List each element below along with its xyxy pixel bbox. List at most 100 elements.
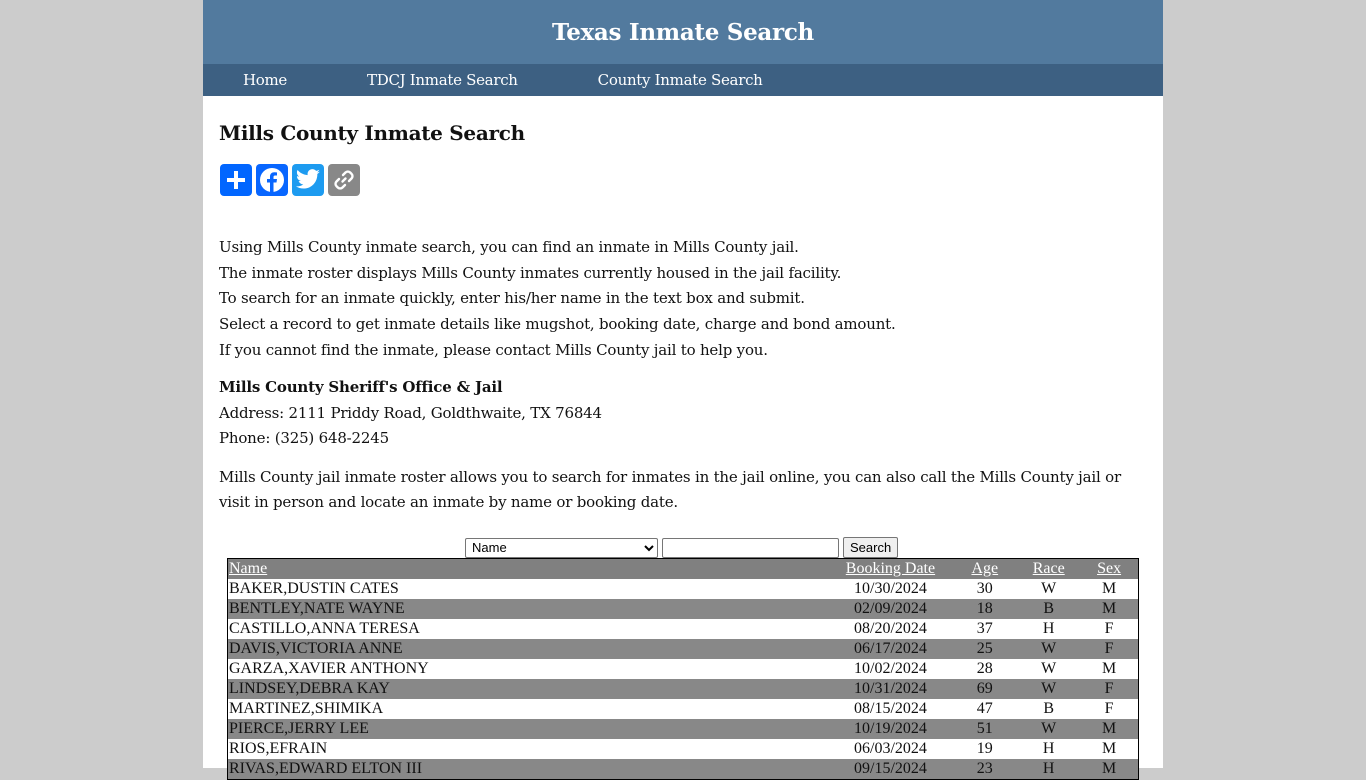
cell-sex: M [1080,739,1139,759]
twitter-icon [295,169,320,189]
cell-sex: F [1080,619,1139,639]
search-field-select[interactable]: Name [465,537,658,558]
intro-line: Select a record to get inmate details li… [219,315,896,334]
cell-booking-date: 08/15/2024 [828,699,953,719]
cell-booking-date: 10/19/2024 [828,719,953,739]
intro-line: Using Mills County inmate search, you ca… [219,238,799,256]
table-row[interactable]: MARTINEZ,SHIMIKA 08/15/2024 47 B F [227,699,1139,719]
cell-sex: F [1080,699,1139,719]
search-button[interactable]: Search [843,537,899,558]
facebook-icon [260,168,284,192]
cell-booking-date: 09/15/2024 [828,759,953,780]
table-row[interactable]: RIVAS,EDWARD ELTON III 09/15/2024 23 H M [227,759,1139,780]
cell-age: 18 [952,599,1018,619]
page-title: Mills County Inmate Search [219,121,525,145]
share-copy-link-button[interactable] [328,164,360,196]
cell-name[interactable]: BENTLEY,NATE WAYNE [227,599,829,619]
cell-name[interactable]: LINDSEY,DEBRA KAY [227,679,829,699]
header-booking-date[interactable]: Booking Date [828,558,953,579]
cell-name[interactable]: CASTILLO,ANNA TERESA [227,619,829,639]
cell-booking-date: 02/09/2024 [828,599,953,619]
cell-race: W [1017,719,1081,739]
roster-text: Mills County jail inmate roster allows y… [219,468,1121,511]
table-row[interactable]: GARZA,XAVIER ANTHONY 10/02/2024 28 W M [227,659,1139,679]
share-buttons [220,164,360,196]
office-phone: Phone: (325) 648-2245 [219,429,389,448]
site-header: Texas Inmate Search [203,0,1163,64]
cell-race: B [1017,699,1081,719]
cell-race: W [1017,659,1081,679]
cell-age: 19 [952,739,1018,759]
table-row[interactable]: RIOS,EFRAIN 06/03/2024 19 H M [227,739,1139,759]
cell-name[interactable]: GARZA,XAVIER ANTHONY [227,659,829,679]
intro-line: The inmate roster displays Mills County … [219,263,842,282]
table-row[interactable]: LINDSEY,DEBRA KAY 10/31/2024 69 W F [227,679,1139,699]
cell-race: W [1017,579,1081,599]
cell-sex: M [1080,659,1139,679]
intro-line: To search for an inmate quickly, enter h… [219,289,805,308]
table-row[interactable]: BAKER,DUSTIN CATES 10/30/2024 30 W M [227,579,1139,599]
cell-age: 28 [952,659,1018,679]
office-title: Mills County Sheriff's Office & Jail [219,378,503,396]
table-row[interactable]: DAVIS,VICTORIA ANNE 06/17/2024 25 W F [227,639,1139,659]
header-age[interactable]: Age [952,558,1018,579]
cell-booking-date: 06/03/2024 [828,739,953,759]
intro-line: If you cannot find the inmate, please co… [219,340,768,359]
search-input[interactable] [662,537,839,558]
cell-booking-date: 06/17/2024 [828,639,953,659]
cell-race: H [1017,759,1081,780]
table-body: BAKER,DUSTIN CATES 10/30/2024 30 W M BENTLEY,… [227,579,1139,780]
cell-age: 69 [952,679,1018,699]
cell-sex: F [1080,679,1139,699]
cell-booking-date: 10/31/2024 [828,679,953,699]
header-name[interactable]: Name [227,558,829,579]
cell-race: H [1017,619,1081,639]
cell-race: W [1017,679,1081,699]
cell-race: W [1017,639,1081,659]
page-container: Texas Inmate Search Home TDCJ Inmate Sea… [203,0,1163,780]
cell-age: 47 [952,699,1018,719]
share-twitter-button[interactable] [292,164,324,196]
plus-icon [227,171,245,189]
cell-age: 51 [952,719,1018,739]
cell-age: 37 [952,619,1018,639]
nav-tdcj-inmate-search[interactable]: TDCJ Inmate Search [367,71,518,89]
cell-name[interactable]: MARTINEZ,SHIMIKA [227,699,829,719]
cell-sex: M [1080,579,1139,599]
cell-race: B [1017,599,1081,619]
cell-sex: M [1080,599,1139,619]
cell-age: 23 [952,759,1018,780]
cell-sex: M [1080,759,1139,780]
cell-name[interactable]: RIOS,EFRAIN [227,739,829,759]
cell-name[interactable]: BAKER,DUSTIN CATES [227,579,829,599]
nav-county-inmate-search[interactable]: County Inmate Search [598,71,763,89]
cell-name[interactable]: RIVAS,EDWARD ELTON III [227,759,829,780]
cell-booking-date: 10/02/2024 [828,659,953,679]
intro-text: Using Mills County inmate search, you ca… [219,235,896,364]
office-address: Address: 2111 Priddy Road, Goldthwaite, … [219,403,602,422]
cell-booking-date: 08/20/2024 [828,619,953,639]
site-title[interactable]: Texas Inmate Search [552,19,814,46]
cell-name[interactable]: DAVIS,VICTORIA ANNE [227,639,829,659]
share-facebook-button[interactable] [256,164,288,196]
cell-age: 30 [952,579,1018,599]
cell-booking-date: 10/30/2024 [828,579,953,599]
cell-age: 25 [952,639,1018,659]
inmate-table: Name Booking Date Age Race Sex BAKER,DUS… [227,558,1139,780]
roster-description: Mills County jail inmate roster allows y… [219,465,1139,515]
office-info: Mills County Sheriff's Office & Jail Add… [219,375,602,452]
cell-race: H [1017,739,1081,759]
search-form: Name Search [465,537,899,558]
table-row[interactable]: CASTILLO,ANNA TERESA 08/20/2024 37 H F [227,619,1139,639]
nav-home[interactable]: Home [243,71,287,89]
cell-sex: M [1080,719,1139,739]
table-header-row: Name Booking Date Age Race Sex [227,558,1139,579]
table-row[interactable]: BENTLEY,NATE WAYNE 02/09/2024 18 B M [227,599,1139,619]
table-row[interactable]: PIERCE,JERRY LEE 10/19/2024 51 W M [227,719,1139,739]
cell-sex: F [1080,639,1139,659]
nav-bar: Home TDCJ Inmate Search County Inmate Se… [203,64,1163,96]
share-add-button[interactable] [220,164,252,196]
header-race[interactable]: Race [1017,558,1081,579]
cell-name[interactable]: PIERCE,JERRY LEE [227,719,829,739]
header-sex[interactable]: Sex [1080,558,1139,579]
